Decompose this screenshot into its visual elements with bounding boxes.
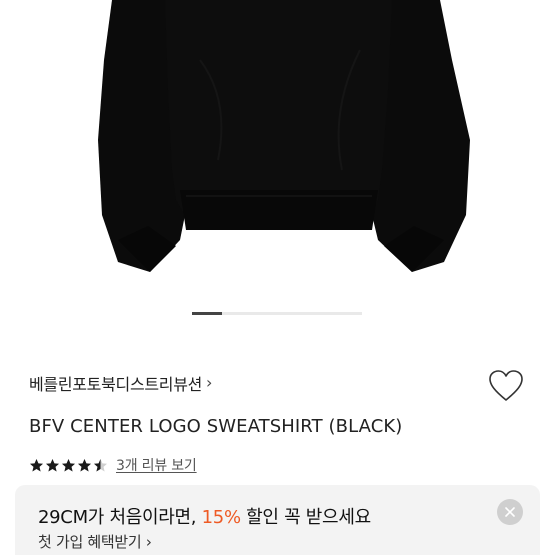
signup-benefit-label: 첫 가입 혜택받기 [38,533,142,551]
chevron-right-icon: › [145,533,152,551]
heart-outline-icon [489,370,523,401]
brand-link[interactable]: 베를린포토북디스트리뷰션 › [29,371,212,395]
star-icon [46,458,59,471]
gallery-indicator-active [192,312,222,315]
promo-discount: 15% [201,507,241,528]
star-icon [62,458,75,471]
close-icon [505,507,515,517]
gallery-indicator [192,312,362,315]
chevron-right-icon: › [206,373,213,392]
product-title: BFV CENTER LOGO SWEATSHIRT (BLACK) [29,416,403,437]
star-icon [94,458,107,471]
signup-promo-banner[interactable]: 29CM가 처음이라면, 15% 할인 꼭 받으세요 첫 가입 혜택받기 › [15,485,540,555]
rating-stars [29,458,108,473]
star-icon [78,458,91,471]
signup-benefit-link[interactable]: 첫 가입 혜택받기 › [38,531,152,552]
brand-name: 베를린포토북디스트리뷰션 [29,375,203,394]
product-image[interactable] [0,0,555,300]
wishlist-button[interactable] [487,368,525,404]
promo-headline-start: 29CM가 처음이라면, [38,507,202,528]
rating-row: 3개 리뷰 보기 [29,455,197,475]
sweatshirt-illustration [98,0,470,272]
review-link[interactable]: 3개 리뷰 보기 [116,455,197,475]
promo-headline-end: 할인 꼭 받으세요 [240,507,371,528]
star-icon [30,458,43,471]
promo-close-button[interactable] [497,499,523,525]
promo-headline: 29CM가 처음이라면, 15% 할인 꼭 받으세요 [38,503,371,529]
